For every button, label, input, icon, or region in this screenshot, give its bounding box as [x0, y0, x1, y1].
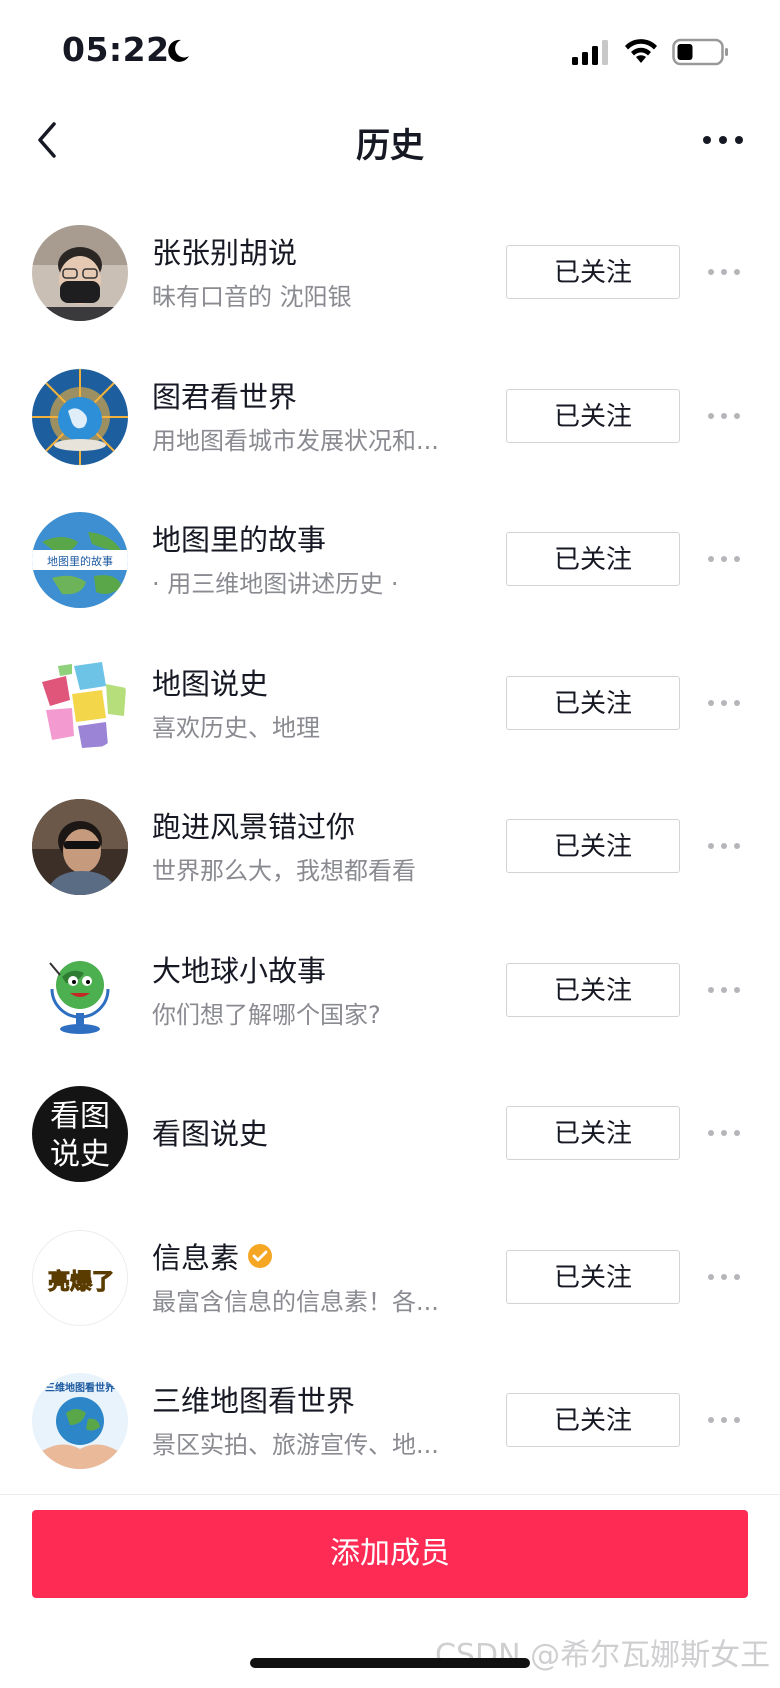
svg-text:三维地图看世界: 三维地图看世界: [45, 1381, 115, 1394]
following-button[interactable]: 已关注: [506, 1106, 680, 1160]
more-icon[interactable]: [706, 550, 742, 568]
more-icon[interactable]: [706, 1268, 742, 1286]
footer-divider: [0, 1494, 780, 1495]
more-icon[interactable]: [706, 1411, 742, 1429]
user-info: 图君看世界 用地图看城市发展状况和...: [152, 375, 472, 456]
user-row[interactable]: 看图 说史 看图说史 已关注: [0, 1066, 780, 1210]
svg-text:说史: 说史: [50, 1137, 110, 1172]
following-button[interactable]: 已关注: [506, 819, 680, 873]
user-info: 三维地图看世界 景区实拍、旅游宣传、地...: [152, 1379, 472, 1460]
following-button[interactable]: 已关注: [506, 388, 680, 443]
avatar-image: 看图 说史: [32, 1086, 128, 1182]
moon-icon: [168, 39, 189, 62]
user-info: 地图说史 喜欢历史、地理: [152, 662, 472, 743]
verified-badge-icon: [248, 1243, 273, 1268]
avatar[interactable]: 地图里的故事: [32, 512, 128, 608]
user-row[interactable]: 三维地图看世界 三维地图看世界 景区实拍、旅游宣传、地... 已关注: [0, 1353, 780, 1497]
svg-text:地图里的故事: 地图里的故事: [47, 554, 113, 568]
svg-text:看图: 看图: [50, 1099, 110, 1134]
avatar-image: 地图里的故事: [32, 512, 128, 608]
following-button[interactable]: 已关注: [506, 675, 680, 730]
user-name: 张张别胡说: [152, 236, 298, 270]
status-time: 05:22: [62, 30, 170, 69]
user-bio: 用地图看城市发展状况和...: [152, 426, 439, 455]
avatar-image: [32, 368, 128, 465]
user-info: 信息素 最富含信息的信息素！各...: [152, 1236, 472, 1317]
following-button[interactable]: 已关注: [506, 1393, 680, 1447]
battery-icon: [672, 38, 728, 66]
avatar[interactable]: [32, 655, 128, 752]
user-info: 看图说史: [152, 1092, 472, 1152]
avatar[interactable]: 亮爆了: [32, 1229, 128, 1326]
status-bar: 05:22: [0, 0, 780, 100]
user-name: 跑进风景错过你: [152, 810, 356, 844]
user-row[interactable]: 地图里的故事 地图里的故事 · 用三维地图讲述历史 · 已关注: [0, 492, 780, 636]
avatar[interactable]: [32, 799, 128, 895]
following-button[interactable]: 已关注: [506, 1249, 680, 1304]
avatar[interactable]: 三维地图看世界: [32, 1373, 128, 1469]
user-bio: 世界那么大，我想都看看: [152, 857, 416, 885]
more-icon[interactable]: [706, 837, 742, 855]
more-options-icon[interactable]: [700, 120, 746, 160]
page-title: 历史: [356, 126, 424, 166]
avatar-image: [32, 655, 128, 752]
user-row[interactable]: 图君看世界 用地图看城市发展状况和... 已关注: [0, 349, 780, 493]
avatar-image: 亮爆了: [33, 1230, 127, 1325]
user-bio: 喜欢历史、地理: [152, 713, 320, 742]
user-name: 信息素: [152, 1236, 472, 1276]
user-name: 三维地图看世界: [152, 1384, 356, 1418]
avatar[interactable]: [32, 225, 128, 321]
user-row[interactable]: 大地球小故事 你们想了解哪个国家? 已关注: [0, 923, 780, 1067]
user-info: 大地球小故事 你们想了解哪个国家?: [152, 949, 472, 1030]
wifi-icon: [625, 39, 657, 63]
more-icon[interactable]: [706, 694, 742, 712]
user-info: 张张别胡说 昧有口音的 沈阳银: [152, 231, 472, 312]
more-icon[interactable]: [706, 407, 742, 425]
following-button[interactable]: 已关注: [506, 962, 680, 1017]
avatar-image: [32, 799, 128, 895]
user-bio: 景区实拍、旅游宣传、地...: [152, 1431, 439, 1459]
user-row[interactable]: 张张别胡说 昧有口音的 沈阳银 已关注: [0, 205, 780, 349]
user-bio: 最富含信息的信息素！各...: [152, 1287, 439, 1316]
user-info: 跑进风景错过你 世界那么大，我想都看看: [152, 805, 472, 886]
cellular-signal-icon: [572, 40, 608, 65]
user-name: 图君看世界: [152, 379, 298, 414]
more-icon[interactable]: [706, 981, 742, 999]
svg-text:亮爆了: 亮爆了: [48, 1269, 114, 1295]
user-bio: · 用三维地图讲述历史 ·: [152, 570, 399, 598]
user-row[interactable]: 地图说史 喜欢历史、地理 已关注: [0, 636, 780, 780]
user-bio: 昧有口音的 沈阳银: [152, 283, 352, 311]
navigation-bar: 历史: [0, 100, 780, 180]
avatar[interactable]: 看图 说史: [32, 1086, 128, 1182]
avatar-image: [32, 225, 128, 321]
avatar[interactable]: [32, 942, 128, 1039]
user-list: 张张别胡说 昧有口音的 沈阳银 已关注 图君看世界 用地图看城市发展状况和...…: [0, 205, 780, 1497]
user-name: 大地球小故事: [152, 953, 327, 988]
user-name: 地图里的故事: [152, 523, 327, 557]
home-indicator[interactable]: [250, 1658, 530, 1668]
avatar[interactable]: [32, 368, 128, 465]
avatar-image: 三维地图看世界: [32, 1373, 128, 1469]
user-row[interactable]: 亮爆了 信息素 最富含信息的信息素！各... 已关注: [0, 1210, 780, 1354]
avatar-image: [32, 942, 128, 1039]
more-icon[interactable]: [706, 263, 742, 281]
user-name: 地图说史: [152, 666, 269, 701]
user-info: 地图里的故事 · 用三维地图讲述历史 ·: [152, 518, 472, 599]
following-button[interactable]: 已关注: [506, 245, 680, 299]
add-member-button[interactable]: 添加成员: [32, 1510, 748, 1598]
user-name: 看图说史: [152, 1117, 269, 1151]
user-row[interactable]: 跑进风景错过你 世界那么大，我想都看看 已关注: [0, 779, 780, 923]
more-icon[interactable]: [706, 1124, 742, 1142]
user-bio: 你们想了解哪个国家?: [152, 1000, 381, 1029]
following-button[interactable]: 已关注: [506, 532, 680, 586]
